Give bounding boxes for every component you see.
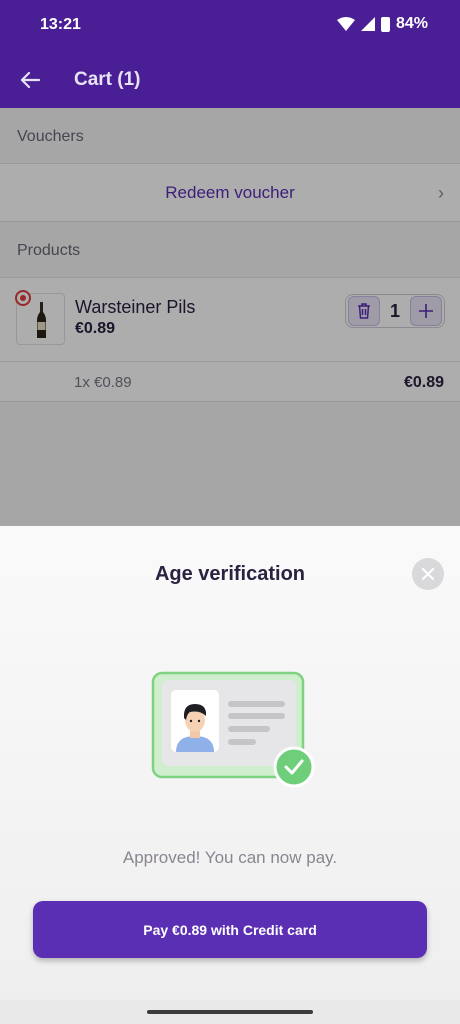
age-verification-sheet: Age verification Approved! You can now p… — [0, 526, 460, 1024]
gesture-nav-bar — [0, 1000, 460, 1024]
app-bar: Cart (1) — [0, 50, 460, 108]
approved-message: Approved! You can now pay. — [122, 848, 338, 867]
page-title: Cart (1) — [74, 69, 141, 90]
wifi-icon — [336, 17, 355, 31]
status-icons: 84% — [336, 15, 428, 33]
battery-icon — [380, 16, 390, 32]
signal-icon — [360, 17, 375, 31]
status-bar: 13:21 84% — [0, 0, 460, 50]
close-icon — [422, 568, 434, 580]
close-button[interactable] — [412, 558, 444, 590]
pay-button[interactable]: Pay €0.89 with Credit card — [33, 901, 427, 958]
back-button[interactable] — [14, 64, 46, 96]
battery-percent: 84% — [395, 15, 428, 32]
id-card-verified-icon — [151, 671, 315, 788]
status-time: 13:21 — [40, 16, 81, 33]
sheet-title: Age verification — [154, 563, 306, 585]
modal-scrim[interactable] — [0, 108, 460, 526]
home-gesture-pill[interactable] — [147, 1010, 313, 1014]
arrow-left-icon — [20, 71, 40, 89]
